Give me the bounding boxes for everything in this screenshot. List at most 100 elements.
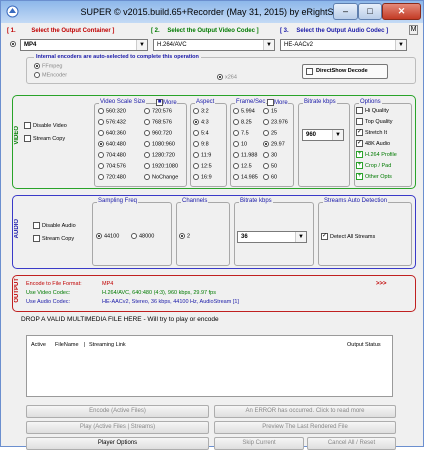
detect-all-streams-option[interactable]: ✓ Detect All Streams (321, 233, 375, 241)
scale-size-option[interactable]: 640:360 (98, 130, 126, 137)
audio-stream-copy-option[interactable]: Stream Copy (33, 235, 74, 243)
preview-button[interactable]: Preview The Last Rendered File (214, 421, 396, 434)
fps-more-option[interactable]: More (267, 99, 288, 107)
skip-current-button[interactable]: Skip Current (214, 437, 304, 450)
scale-size-radio[interactable] (144, 141, 150, 147)
scale-size-radio[interactable] (98, 108, 104, 114)
aspect-option[interactable]: 12:5 (193, 163, 212, 170)
container-radio[interactable] (10, 41, 16, 47)
scale-size-radio[interactable] (98, 152, 104, 158)
fps-option[interactable]: 14.985 (233, 174, 258, 181)
player-options-button[interactable]: Player Options (26, 437, 209, 450)
aspect-option[interactable]: 5:4 (193, 130, 209, 137)
disable-video-option[interactable]: Disable Video (24, 122, 67, 130)
aspect-option[interactable]: 11:9 (193, 152, 211, 159)
fps-option[interactable]: 7.5 (233, 130, 249, 137)
aspect-radio[interactable] (193, 108, 199, 114)
freq-44100-option[interactable]: 44100 (96, 233, 119, 240)
aspect-option[interactable]: 4:3 (193, 119, 209, 126)
column-active[interactable]: Active (31, 342, 46, 348)
scale-size-option[interactable]: 640:480 (98, 141, 126, 148)
scale-size-radio[interactable] (144, 174, 150, 180)
video-option-checkbox[interactable] (356, 107, 363, 114)
fps-radio[interactable] (233, 141, 239, 147)
play-button[interactable]: Play (Active Files | Streams) (26, 421, 209, 434)
fps-option[interactable]: 15 (263, 108, 277, 115)
scale-size-option[interactable]: 1920:1080 (144, 163, 178, 170)
maximize-button[interactable]: □ (358, 3, 382, 20)
fps-radio[interactable] (233, 119, 239, 125)
scale-size-radio[interactable] (98, 119, 104, 125)
scale-size-radio[interactable] (98, 163, 104, 169)
fps-option[interactable]: 29.97 (263, 141, 285, 148)
video-option-item[interactable]: + Other Opts (356, 173, 392, 181)
scale-size-radio[interactable] (144, 163, 150, 169)
fps-radio[interactable] (263, 141, 269, 147)
video-option-item[interactable]: Top Quality (356, 118, 393, 126)
close-button[interactable]: ✕ (382, 3, 421, 20)
scale-size-radio[interactable] (144, 130, 150, 136)
video-option-item[interactable]: + Crop / Pad (356, 162, 391, 170)
fps-radio[interactable] (263, 108, 269, 114)
encode-button[interactable]: Encode (Active Files) (26, 405, 209, 418)
scale-size-option[interactable]: 576:432 (98, 119, 126, 126)
output-expand-button[interactable]: >>> (376, 281, 387, 287)
video-bitrate-select[interactable]: 960 ▼ (302, 129, 344, 141)
mencoder-option[interactable]: MEncoder (34, 72, 67, 79)
ffmpeg-option[interactable]: FFmpeg (34, 63, 62, 70)
aspect-radio[interactable] (193, 174, 199, 180)
video-stream-copy-option[interactable]: Stream Copy (24, 135, 65, 143)
fps-radio[interactable] (263, 119, 269, 125)
fps-option[interactable]: 50 (263, 163, 277, 170)
freq-48000-option[interactable]: 48000 (131, 233, 154, 240)
scale-size-option[interactable]: 1280:720 (144, 152, 175, 159)
scale-size-option[interactable]: 560:320 (98, 108, 126, 115)
scale-size-option[interactable]: 720:480 (98, 174, 126, 181)
plus-icon[interactable]: + (356, 162, 363, 169)
column-filename[interactable]: FileName (55, 342, 79, 348)
fps-radio[interactable] (233, 130, 239, 136)
error-info-button[interactable]: An ERROR has occurred. Click to read mor… (214, 405, 396, 418)
video-option-checkbox[interactable]: ✓ (356, 140, 363, 147)
file-list[interactable]: Active FileName | Streaming Link Output … (26, 335, 393, 397)
x264-option[interactable]: x264 (217, 74, 237, 81)
aspect-option[interactable]: 3:2 (193, 108, 209, 115)
scale-size-option[interactable]: 704:576 (98, 163, 126, 170)
fps-radio[interactable] (233, 108, 239, 114)
fps-option[interactable]: 12.5 (233, 163, 252, 170)
fps-radio[interactable] (263, 152, 269, 158)
fps-radio[interactable] (233, 152, 239, 158)
fps-option[interactable]: 10 (233, 141, 247, 148)
video-option-item[interactable]: ✓ 48K Audio (356, 140, 390, 148)
fps-radio[interactable] (233, 163, 239, 169)
audio-codec-select[interactable]: HE-AACv2 ▼ (280, 39, 407, 51)
fps-option[interactable]: 60 (263, 174, 277, 181)
video-option-checkbox[interactable] (356, 118, 363, 125)
aspect-radio[interactable] (193, 119, 199, 125)
fps-radio[interactable] (263, 174, 269, 180)
scale-size-option[interactable]: 768:576 (144, 119, 172, 126)
channel-2-option[interactable]: 2 (179, 233, 190, 240)
aspect-radio[interactable] (193, 141, 199, 147)
fps-option[interactable]: 23.976 (263, 119, 288, 126)
scale-size-radio[interactable] (98, 174, 104, 180)
scale-size-option[interactable]: 960:720 (144, 130, 172, 137)
video-option-item[interactable]: Hi Quality (356, 107, 389, 115)
disable-audio-option[interactable]: Disable Audio (33, 222, 76, 230)
column-streaming-link[interactable]: Streaming Link (89, 342, 126, 348)
scale-size-option[interactable]: 704:480 (98, 152, 126, 159)
scale-size-radio[interactable] (98, 130, 104, 136)
fps-option[interactable]: 5.994 (233, 108, 255, 115)
plus-icon[interactable]: + (356, 173, 363, 180)
plus-icon[interactable]: + (356, 151, 363, 158)
aspect-radio[interactable] (193, 163, 199, 169)
aspect-radio[interactable] (193, 152, 199, 158)
cancel-reset-button[interactable]: Cancel All / Reset (307, 437, 396, 450)
video-option-checkbox[interactable]: ✓ (356, 129, 363, 136)
aspect-option[interactable]: 9:8 (193, 141, 209, 148)
container-select[interactable]: MP4 ▼ (20, 39, 148, 51)
scale-size-radio[interactable] (98, 141, 104, 147)
scale-size-radio[interactable] (144, 108, 150, 114)
scale-size-option[interactable]: NoChange (144, 174, 178, 181)
fps-option[interactable]: 11.988 (233, 152, 257, 159)
